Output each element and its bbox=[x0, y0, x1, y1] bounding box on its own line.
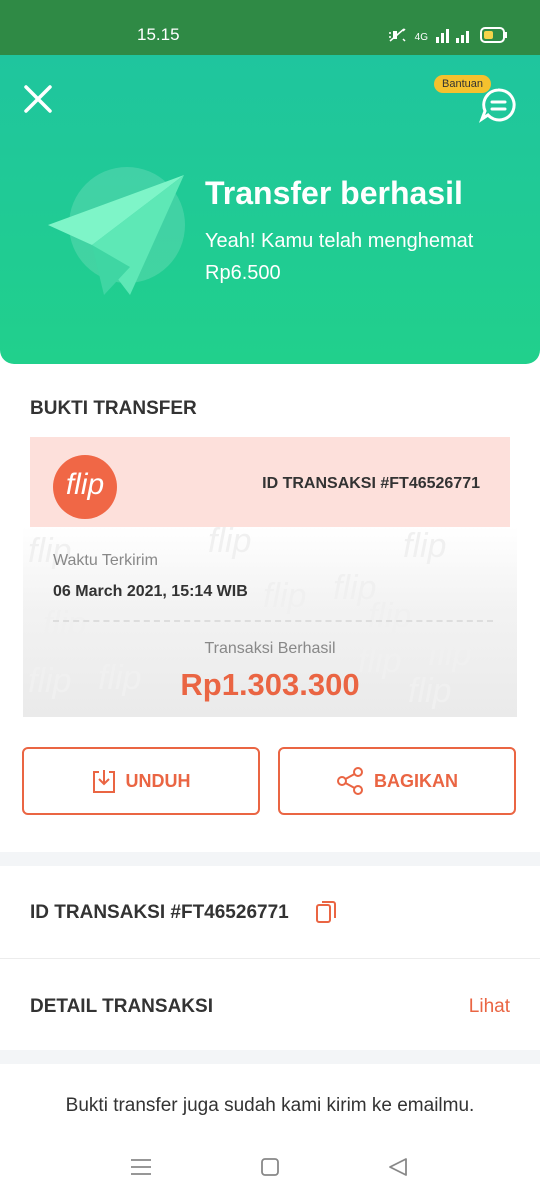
receipt-section-title: BUKTI TRANSFER bbox=[30, 398, 197, 419]
receipt-header: flip ID TRANSAKSI #FT46526771 bbox=[30, 437, 510, 527]
download-icon bbox=[92, 770, 115, 793]
success-header: Bantuan Transfer berhasil Yeah! Kamu tel… bbox=[0, 55, 540, 364]
chat-icon bbox=[478, 85, 518, 130]
watermark: flip bbox=[368, 597, 412, 635]
transfer-amount: Rp1.303.300 bbox=[180, 667, 360, 702]
copy-icon[interactable] bbox=[315, 900, 337, 929]
share-icon bbox=[337, 767, 363, 795]
share-label: BAGIKAN bbox=[374, 770, 458, 791]
view-detail-link[interactable]: Lihat bbox=[469, 996, 510, 1018]
detail-label: DETAIL TRANSAKSI bbox=[30, 996, 213, 1017]
mute-icon bbox=[387, 27, 407, 48]
dashed-divider bbox=[53, 620, 493, 622]
sent-time-label: Waktu Terkirim bbox=[53, 552, 158, 569]
clock: 15.15 bbox=[137, 25, 180, 44]
flip-logo: flip bbox=[53, 455, 117, 519]
status-bar: 15.15 4G bbox=[0, 0, 540, 55]
close-button[interactable] bbox=[22, 83, 54, 115]
transfer-receipt: flip flip flip flip flip flip flip flip … bbox=[23, 437, 517, 717]
row-divider bbox=[0, 958, 540, 959]
watermark: flip bbox=[403, 527, 447, 565]
paper-plane-icon bbox=[48, 175, 184, 295]
email-note: Bukti transfer juga sudah kami kirim ke … bbox=[65, 1095, 475, 1116]
system-nav-bar bbox=[0, 1140, 540, 1200]
section-divider bbox=[0, 852, 540, 866]
watermark: flip bbox=[43, 605, 87, 643]
download-button[interactable]: UNDUH bbox=[22, 747, 260, 815]
savings-message: Yeah! Kamu telah menghemat Rp6.500 bbox=[205, 230, 474, 284]
menu-nav-icon[interactable] bbox=[130, 1158, 152, 1181]
sent-time-value: 06 March 2021, 15:14 WIB bbox=[53, 583, 248, 600]
receipt-transaction-id: ID TRANSAKSI #FT46526771 bbox=[262, 475, 480, 492]
transaction-detail-row[interactable]: DETAIL TRANSAKSI Lihat bbox=[0, 960, 540, 1050]
share-button[interactable]: BAGIKAN bbox=[278, 747, 516, 815]
battery-icon bbox=[480, 27, 508, 48]
paper-plane-illustration bbox=[48, 167, 188, 297]
status-icons: 4G bbox=[387, 27, 508, 48]
transaction-id-row[interactable]: ID TRANSAKSI #FT46526771 bbox=[0, 866, 540, 956]
watermark: flip bbox=[263, 577, 307, 615]
network-type: 4G bbox=[414, 32, 428, 43]
watermark: flip bbox=[208, 522, 252, 560]
help-button[interactable]: Bantuan bbox=[434, 73, 524, 133]
signal-icon bbox=[436, 27, 472, 48]
download-label: UNDUH bbox=[125, 770, 191, 791]
close-icon bbox=[24, 85, 52, 113]
section-divider bbox=[0, 1050, 540, 1064]
transaction-id: ID TRANSAKSI #FT46526771 bbox=[30, 902, 289, 923]
home-nav-icon[interactable] bbox=[260, 1158, 280, 1181]
back-nav-icon[interactable] bbox=[388, 1157, 408, 1182]
page-title: Transfer berhasil bbox=[205, 175, 463, 211]
transaction-status: Transaksi Berhasil bbox=[204, 640, 336, 657]
